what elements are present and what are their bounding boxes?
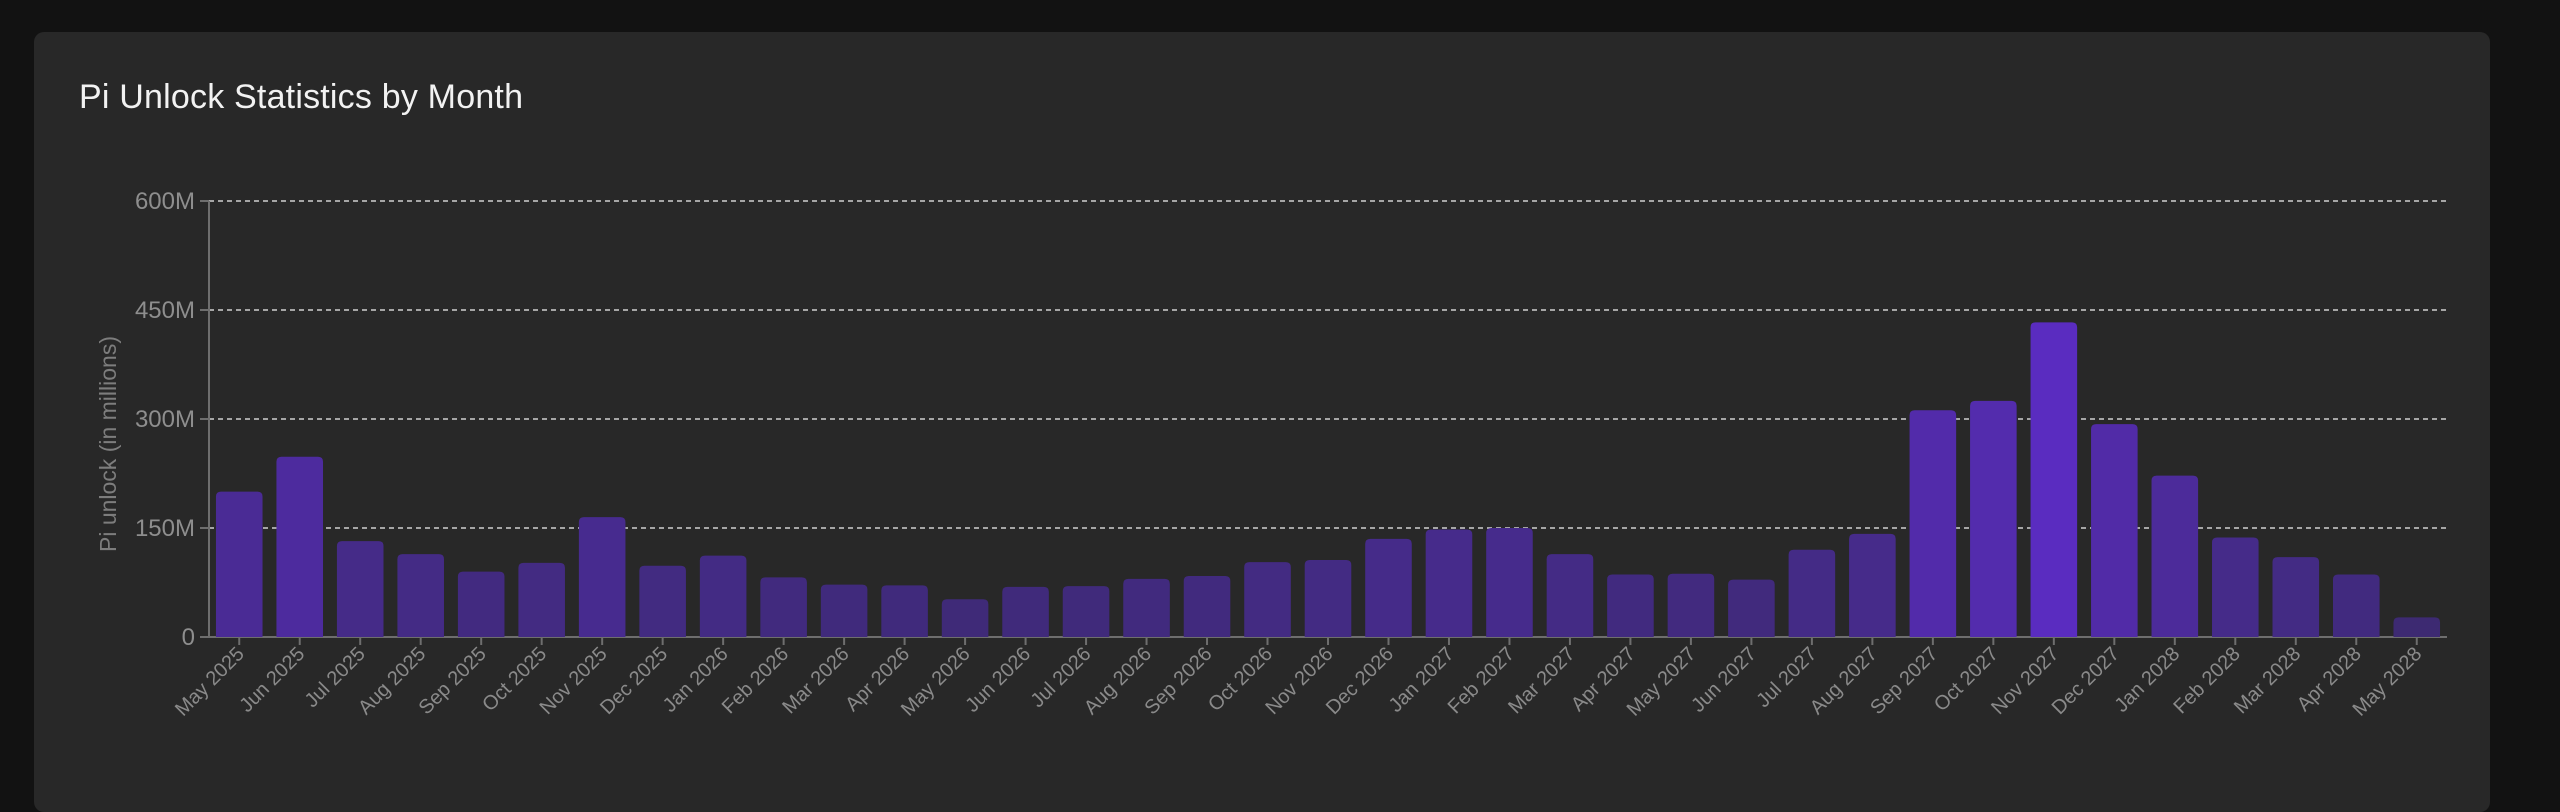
bar-feb-2028[interactable] — [2212, 537, 2259, 637]
x-tick-label: Mar 2028 — [2230, 643, 2305, 718]
bars — [215, 322, 2441, 637]
bar-feb-2026[interactable] — [760, 577, 807, 637]
y-tick-label: 600M — [135, 188, 195, 215]
bar-aug-2025[interactable] — [397, 554, 444, 637]
y-tick-label: 150M — [135, 515, 195, 542]
bar-jul-2025[interactable] — [336, 541, 384, 637]
bar-jun-2026[interactable] — [1002, 586, 1049, 637]
bar-jul-2026[interactable] — [1062, 586, 1110, 637]
bar-jan-2028[interactable] — [2151, 475, 2199, 637]
bar-dec-2027[interactable] — [2091, 424, 2138, 637]
bar-aug-2027[interactable] — [1849, 533, 1896, 637]
y-axis-title: Pi unlock (in millions) — [95, 336, 121, 552]
bar-apr-2026[interactable] — [881, 585, 928, 637]
x-tick-labels: May 2025Jun 2025Jul 2025Aug 2025Sep 2025… — [171, 637, 2426, 721]
bar-sep-2027[interactable] — [1909, 410, 1957, 637]
bar-may-2028[interactable] — [2393, 617, 2441, 637]
bar-jun-2027[interactable] — [1728, 579, 1775, 637]
bar-jan-2026[interactable] — [699, 555, 747, 637]
bar-jun-2025[interactable] — [276, 456, 324, 637]
bar-apr-2027[interactable] — [1607, 574, 1654, 637]
bar-may-2025[interactable] — [215, 491, 263, 637]
x-tick-label: May 2025 — [171, 643, 249, 721]
bar-apr-2028[interactable] — [2332, 574, 2380, 637]
bar-sep-2025[interactable] — [457, 571, 505, 637]
bar-aug-2026[interactable] — [1123, 578, 1170, 637]
x-tick-label: Jun 2025 — [236, 643, 310, 717]
y-tick-label: 300M — [135, 406, 195, 433]
bar-dec-2026[interactable] — [1365, 538, 1412, 637]
bar-jul-2027[interactable] — [1788, 549, 1836, 637]
bar-mar-2028[interactable] — [2272, 557, 2320, 637]
bar-oct-2027[interactable] — [1970, 400, 2017, 637]
bar-nov-2026[interactable] — [1304, 559, 1352, 637]
y-tick-label: 0 — [182, 624, 195, 651]
bar-nov-2027[interactable] — [2030, 322, 2078, 637]
bar-feb-2027[interactable] — [1486, 528, 1533, 637]
x-tick-label: Mar 2027 — [1504, 643, 1579, 718]
bar-mar-2026[interactable] — [820, 584, 868, 637]
bar-jan-2027[interactable] — [1425, 529, 1473, 637]
bar-nov-2025[interactable] — [578, 517, 626, 637]
y-tick-labels: 0 150M 300M 450M 600M — [135, 188, 195, 651]
bar-chart: 0 150M 300M 450M 600M May 2025Jun 2025Jul 20… — [95, 188, 2447, 721]
y-tick-label: 450M — [135, 297, 195, 324]
bar-may-2026[interactable] — [941, 599, 989, 637]
bar-sep-2026[interactable] — [1183, 575, 1231, 637]
x-tick-label: Jun 2026 — [961, 643, 1035, 717]
bar-dec-2025[interactable] — [639, 565, 686, 637]
bar-oct-2026[interactable] — [1244, 562, 1291, 637]
bar-mar-2027[interactable] — [1546, 554, 1594, 637]
bar-may-2027[interactable] — [1667, 573, 1715, 637]
bar-oct-2025[interactable] — [518, 562, 565, 637]
x-tick-label: Jun 2027 — [1687, 643, 1761, 717]
x-tick-label: Mar 2026 — [778, 643, 853, 718]
